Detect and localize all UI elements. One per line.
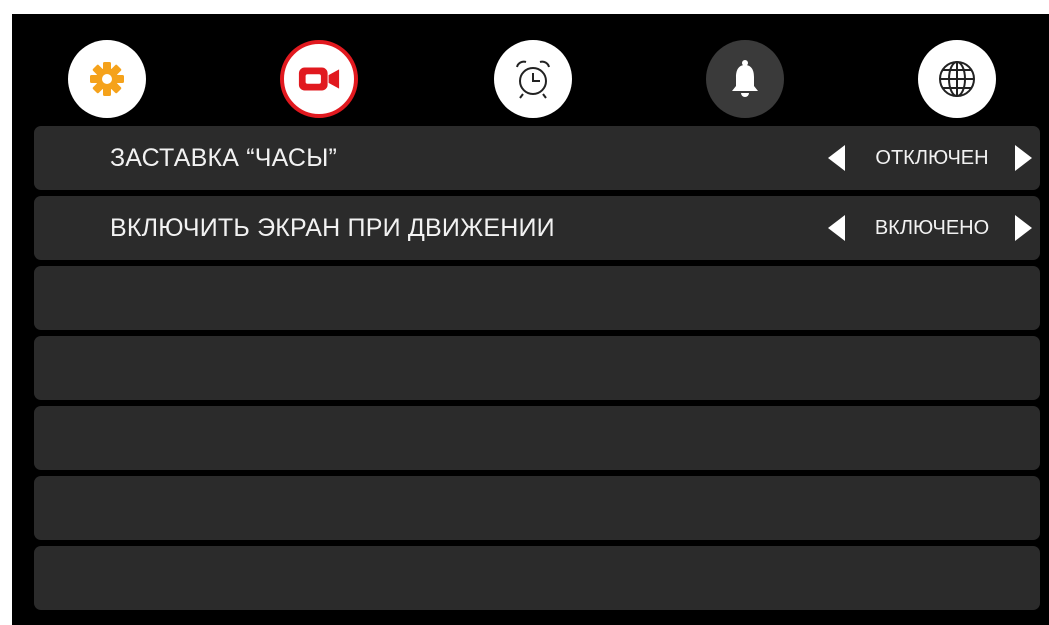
setting-value: ОТКЛЮЧЕН xyxy=(875,146,989,169)
empty-setting-row xyxy=(34,336,1040,400)
bell-icon xyxy=(723,57,767,101)
video-camera-icon xyxy=(297,57,341,101)
tab-general-settings[interactable] xyxy=(68,40,146,118)
setting-label: ВКЛЮЧИТЬ ЭКРАН ПРИ ДВИЖЕНИИ xyxy=(110,214,555,242)
alarm-clock-icon xyxy=(511,57,555,101)
arrow-left-icon[interactable] xyxy=(828,215,845,241)
settings-list: ЗАСТАВКА “ЧАСЫ” ОТКЛЮЧЕН ВКЛЮЧИТЬ ЭКРАН … xyxy=(34,126,1040,616)
tab-notifications[interactable] xyxy=(706,40,784,118)
setting-value-selector: ОТКЛЮЧЕН xyxy=(828,126,1032,190)
arrow-right-icon[interactable] xyxy=(1015,145,1032,171)
setting-value-selector: ВКЛЮЧЕНО xyxy=(828,196,1032,260)
empty-setting-row xyxy=(34,406,1040,470)
tab-alarm[interactable] xyxy=(494,40,572,118)
arrow-left-icon[interactable] xyxy=(828,145,845,171)
empty-setting-row xyxy=(34,546,1040,610)
setting-row-clock-screensaver[interactable]: ЗАСТАВКА “ЧАСЫ” ОТКЛЮЧЕН xyxy=(34,126,1040,190)
arrow-right-icon[interactable] xyxy=(1015,215,1032,241)
tab-bar xyxy=(12,14,1049,128)
setting-value: ВКЛЮЧЕНО xyxy=(874,216,990,239)
empty-setting-row xyxy=(34,476,1040,540)
globe-icon xyxy=(935,57,979,101)
tab-video[interactable] xyxy=(280,40,358,118)
empty-setting-row xyxy=(34,266,1040,330)
setting-label: ЗАСТАВКА “ЧАСЫ” xyxy=(110,144,338,172)
gear-icon xyxy=(85,57,129,101)
settings-screen: ЗАСТАВКА “ЧАСЫ” ОТКЛЮЧЕН ВКЛЮЧИТЬ ЭКРАН … xyxy=(12,14,1049,625)
tab-language[interactable] xyxy=(918,40,996,118)
setting-row-motion-wake[interactable]: ВКЛЮЧИТЬ ЭКРАН ПРИ ДВИЖЕНИИ ВКЛЮЧЕНО xyxy=(34,196,1040,260)
